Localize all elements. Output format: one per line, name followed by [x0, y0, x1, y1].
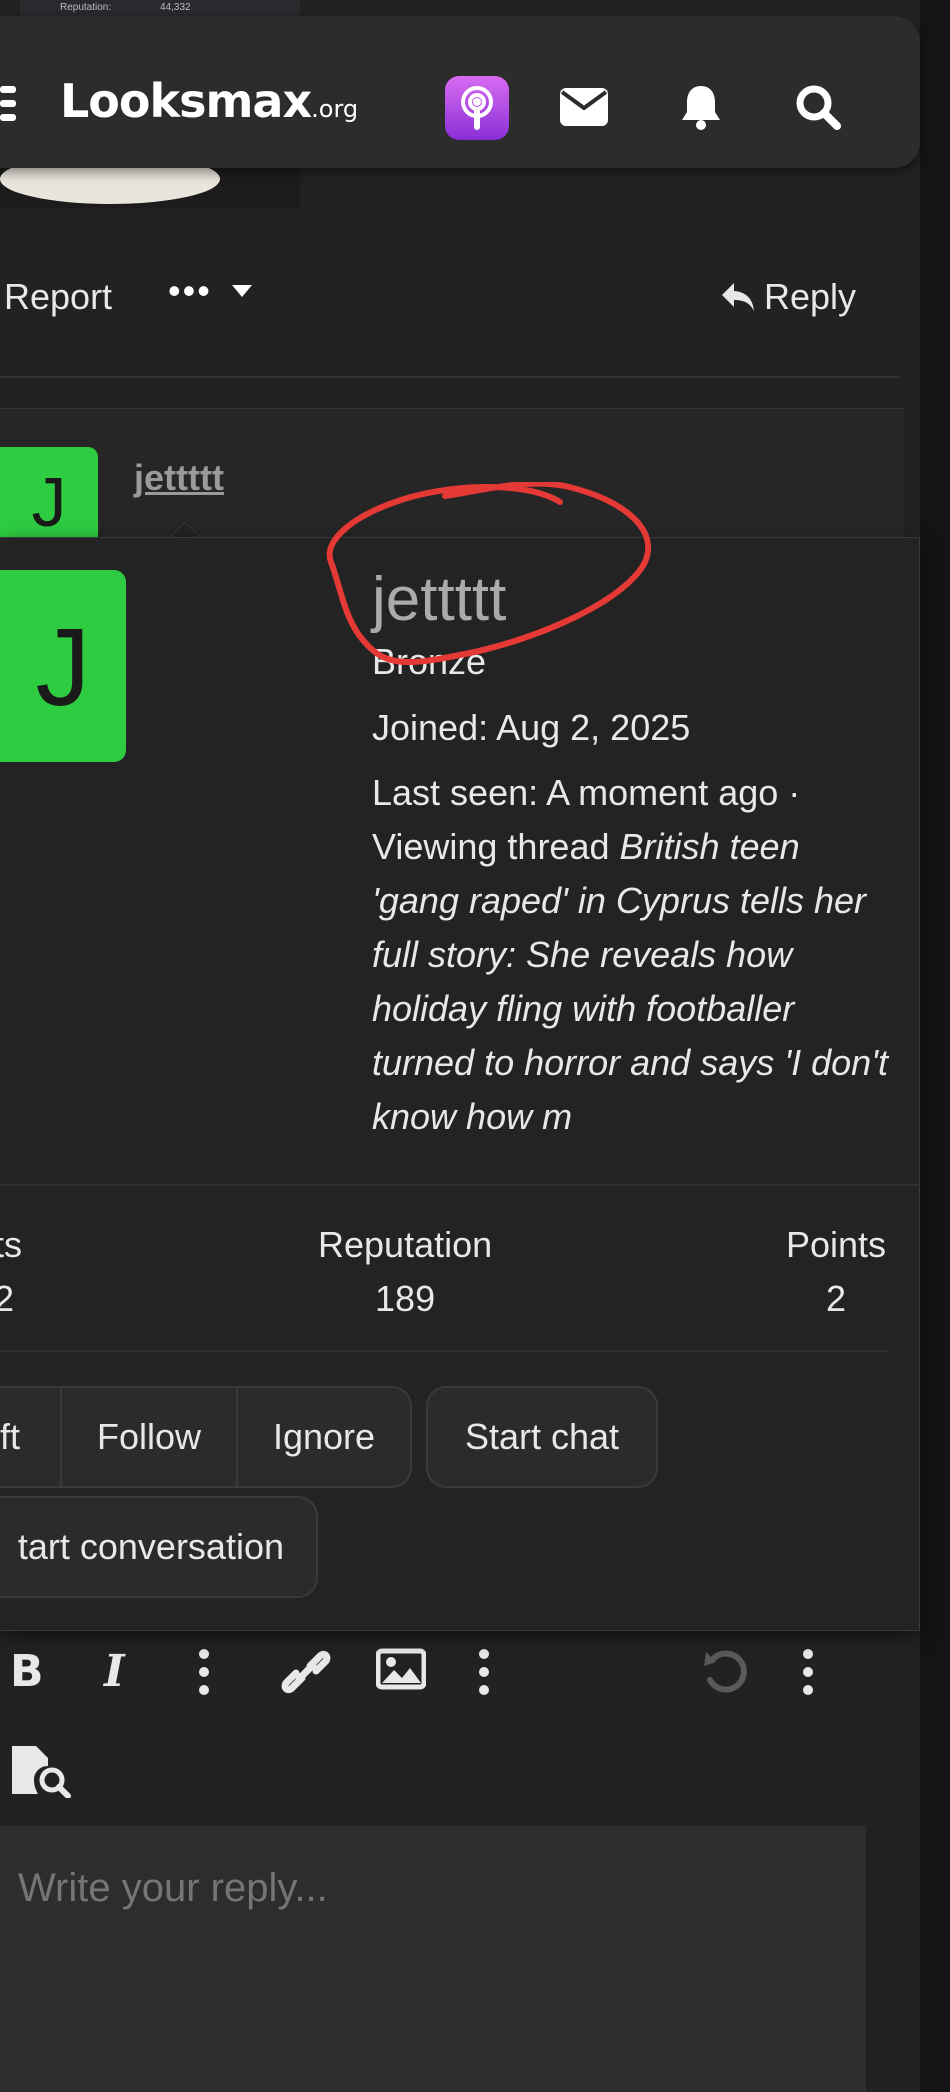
reply-arrow-icon — [722, 283, 754, 311]
reply-input[interactable] — [18, 1866, 818, 1911]
start-chat-button[interactable]: Start chat — [426, 1386, 658, 1488]
stat-points: Points 2 — [786, 1218, 886, 1326]
link-icon[interactable] — [280, 1648, 332, 1696]
image-caption-value: 44,332 — [160, 2, 191, 13]
stat-label: ts — [0, 1224, 23, 1265]
podcast-icon[interactable] — [445, 76, 509, 140]
reply-label: Reply — [764, 276, 857, 317]
bell-icon[interactable] — [668, 74, 734, 140]
next-post: J jettttt — [0, 408, 904, 545]
card-divider — [0, 1350, 888, 1352]
member-last-seen: Last seen: A moment ago · Viewing thread… — [372, 766, 892, 1144]
svg-text:B: B — [10, 1648, 44, 1692]
post-action-bar: Report ••• Reply — [0, 260, 900, 340]
stat-value: 2 — [826, 1278, 847, 1319]
image-detail — [0, 168, 220, 204]
stat-value: 189 — [375, 1278, 436, 1319]
start-conversation-button[interactable]: tart conversation — [0, 1496, 318, 1598]
more-editor-options-icon[interactable] — [800, 1648, 816, 1696]
previous-post-image-bottom — [0, 168, 300, 208]
mail-icon[interactable] — [551, 74, 617, 140]
member-user-title: Bronze — [372, 641, 487, 682]
more-insert-options-icon[interactable] — [476, 1648, 492, 1696]
italic-icon[interactable]: I — [100, 1648, 136, 1692]
post-username-link[interactable]: jettttt — [134, 457, 224, 499]
card-divider — [0, 1184, 920, 1186]
site-logo[interactable]: Looksmax.org — [60, 74, 358, 128]
follow-button[interactable]: Follow — [60, 1386, 238, 1488]
preview-icon[interactable] — [10, 1744, 74, 1798]
caret-down-icon — [231, 285, 252, 297]
stat-reputation: Reputation 189 — [318, 1218, 492, 1326]
member-stats: ts 2 Reputation 189 Points 2 — [0, 1218, 900, 1338]
undo-icon[interactable] — [700, 1648, 752, 1696]
image-icon[interactable] — [376, 1648, 426, 1690]
post-divider — [0, 376, 900, 378]
more-text-options-icon[interactable] — [196, 1648, 212, 1696]
bold-icon[interactable]: B — [8, 1648, 44, 1692]
member-avatar[interactable]: J — [0, 570, 126, 762]
stat-messages: ts 2 — [0, 1218, 22, 1326]
image-caption-label: Reputation: — [60, 2, 112, 13]
member-username[interactable]: jettttt — [372, 558, 892, 642]
more-dots: ••• — [168, 270, 212, 311]
member-joined-date: Joined: Aug 2, 2025 — [372, 707, 691, 748]
stat-label: Points — [786, 1224, 887, 1265]
stat-value: 2 — [0, 1278, 15, 1319]
page-gutter — [920, 0, 950, 2092]
more-options-button[interactable]: ••• — [168, 270, 254, 312]
stat-label: Reputation — [318, 1224, 493, 1265]
reply-button[interactable]: Reply — [720, 276, 856, 318]
gift-button[interactable]: ft — [0, 1386, 62, 1488]
svg-text:I: I — [102, 1648, 126, 1692]
last-seen-thread-link[interactable]: British teen 'gang raped' in Cyprus tell… — [372, 826, 888, 1137]
site-header: Looksmax.org — [0, 16, 920, 168]
member-tooltip-card: J jettttt Bronze Joined: Aug 2, 2025 Las… — [0, 537, 920, 1631]
avatar[interactable]: J — [0, 447, 98, 545]
member-info: jettttt Bronze Joined: Aug 2, 2025 Last … — [372, 558, 892, 1144]
ignore-button[interactable]: Ignore — [236, 1386, 412, 1488]
menu-icon[interactable] — [0, 86, 16, 130]
logo-text: Looksmax — [60, 74, 312, 128]
reply-editor[interactable] — [0, 1826, 866, 2092]
logo-suffix: .org — [311, 95, 359, 123]
search-icon[interactable] — [785, 74, 851, 140]
editor-toolbar: B I — [0, 1622, 866, 1820]
report-link[interactable]: Report — [4, 276, 112, 318]
